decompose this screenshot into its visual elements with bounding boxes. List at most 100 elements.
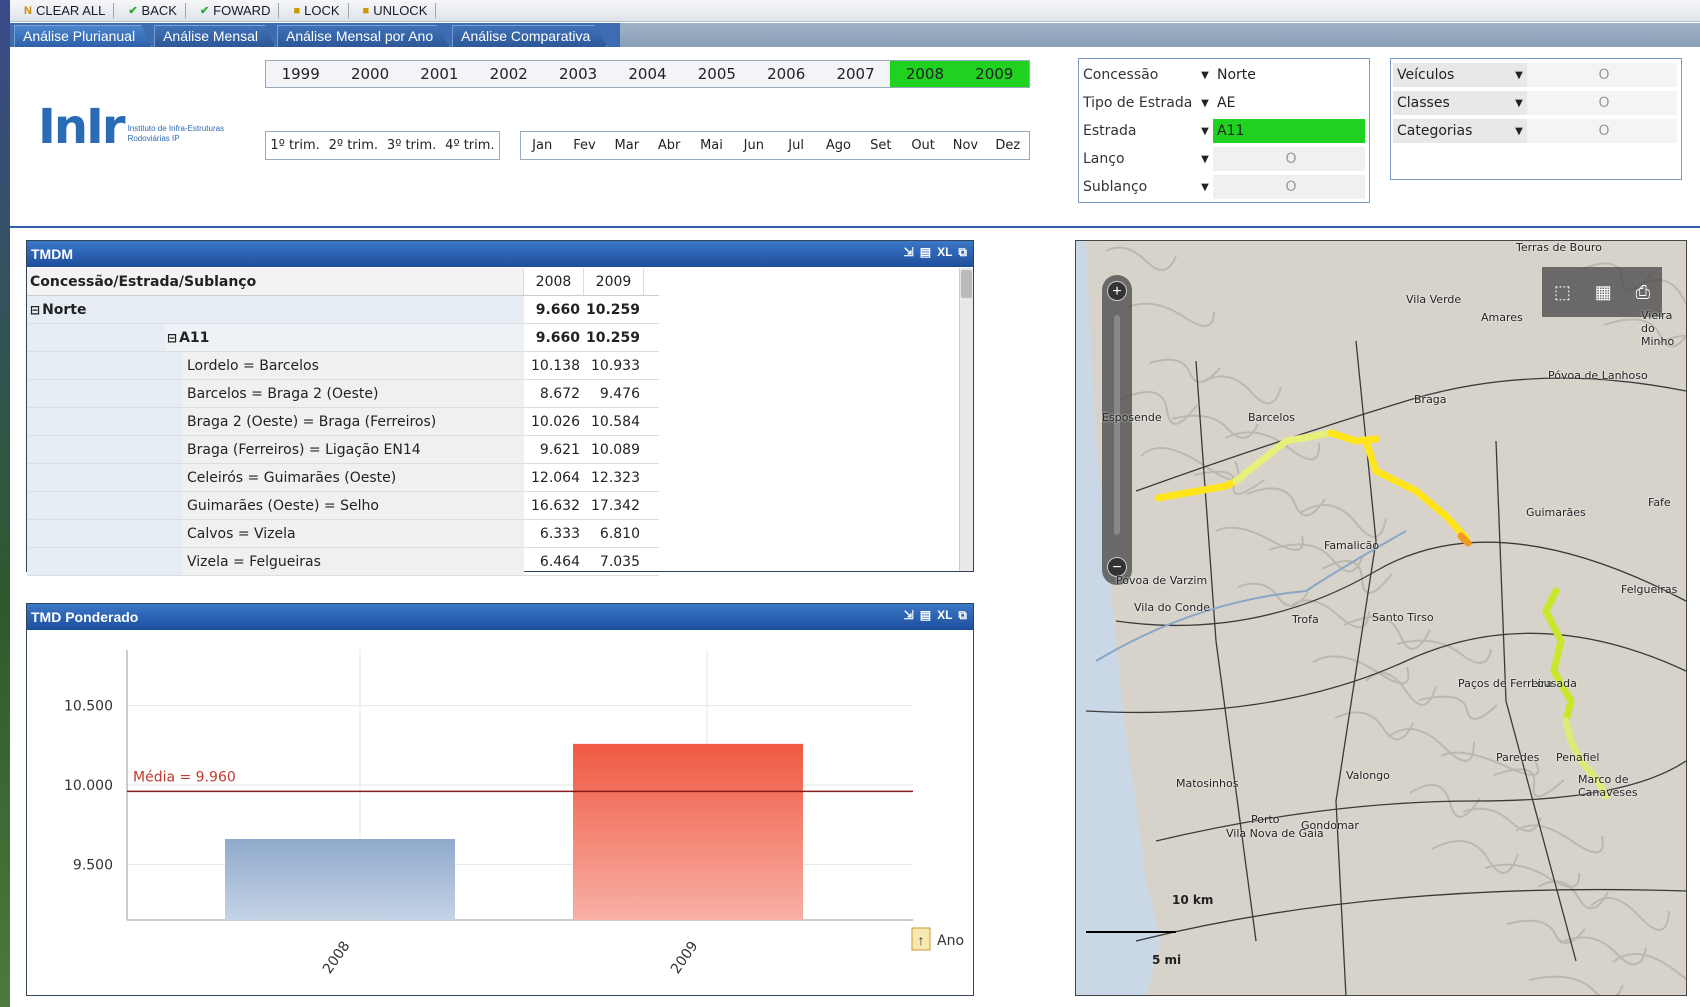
select-icon[interactable]: ⬚ [1554,282,1571,303]
filter-value[interactable]: O [1213,175,1365,199]
filter-value[interactable]: AE [1213,91,1365,115]
panel-tools: ⇲ ▤ XL ⧉ [904,245,967,260]
year-2006[interactable]: 2006 [752,61,821,87]
table-scrollbar[interactable] [959,268,973,571]
table-row[interactable]: Guimarães (Oeste) = Selho 16.632 17.342 [27,492,659,520]
map-place-label: Terras de Bouro [1516,241,1602,254]
year-2000[interactable]: 2000 [335,61,404,87]
dropdown-arrow-icon[interactable]: ▼ [1197,70,1213,81]
month-option[interactable]: Out [902,138,944,153]
tab-analise-plurianual[interactable]: Análise Plurianual [14,25,153,47]
month-option[interactable]: Ago [817,138,859,153]
zoom-control[interactable]: + − [1102,275,1132,585]
excel-icon[interactable]: XL [937,245,952,260]
filter-value[interactable]: Norte [1213,63,1365,87]
export-icon[interactable]: ⇲ [904,608,914,623]
restore-icon[interactable]: ⧉ [958,608,967,623]
trimester-option[interactable]: 3º trim. [383,138,441,153]
month-option[interactable]: Jun [733,138,775,153]
filter-value[interactable]: O [1527,119,1677,143]
table-row[interactable]: ⊟ Norte 9.660 10.259 [27,296,659,324]
map-place-label: Vieira do Minho [1641,309,1675,348]
dropdown-arrow-icon[interactable]: ▼ [1197,154,1213,165]
filter-row: Sublanço ▼ O [1079,173,1369,201]
trimester-option[interactable]: 4º trim. [441,138,499,153]
month-option[interactable]: Set [860,138,902,153]
month-option[interactable]: Mar [606,138,648,153]
tab-analise-comparativa[interactable]: Análise Comparativa [452,25,608,47]
cell-2009: 9.476 [599,385,640,402]
unlock-button[interactable]: ■ UNLOCK [355,3,437,18]
year-selector: 1999 2000 2001 2002 2003 2004 2005 2006 2007 2008… [265,60,1030,88]
table-header-year[interactable]: 2009 [584,268,644,295]
print-icon[interactable]: ⎙ [1636,282,1650,303]
dropdown-arrow-icon[interactable]: ▼ [1511,91,1527,115]
clear-all-button[interactable]: N CLEAR ALL [16,3,115,18]
filter-value[interactable]: A11 [1213,119,1365,143]
table-row[interactable]: ⊟ A11 9.660 10.259 [27,324,659,352]
dropdown-arrow-icon[interactable]: ▼ [1511,63,1527,87]
year-2005[interactable]: 2005 [682,61,751,87]
table-row[interactable]: Lordelo = Barcelos 10.138 10.933 [27,352,659,380]
zoom-slider[interactable] [1114,315,1120,535]
month-option[interactable]: Fev [563,138,605,153]
year-2002[interactable]: 2002 [474,61,543,87]
filter-value[interactable]: O [1213,147,1365,171]
excel-icon[interactable]: XL [937,608,952,623]
tmd-bar-chart: 9.500 10.000 10.500 2008 2009 Média = 9.960 ↑ A… [64,650,964,977]
month-option[interactable]: Mai [690,138,732,153]
map-panel[interactable]: + − ⬚ ▦ ⎙ Terras de Bouro Vila Verde Amare… [1075,240,1687,996]
month-option[interactable]: Jul [775,138,817,153]
back-button[interactable]: ✔ BACK [120,3,186,18]
table-row[interactable]: Braga 2 (Oeste) = Braga (Ferreiros) 10.0… [27,408,659,436]
scrollbar-thumb[interactable] [961,270,972,298]
table-header-year[interactable]: 2008 [524,268,584,295]
expand-toggle-icon[interactable]: ⊟ [167,331,177,345]
cell-2009: 10.259 [585,301,640,318]
expand-toggle-icon[interactable]: ⊟ [30,303,40,317]
forward-button[interactable]: ✔ FOWARD [192,3,280,18]
year-2001[interactable]: 2001 [405,61,474,87]
table-row[interactable]: Calvos = Vizela 6.333 6.810 [27,520,659,548]
filter-value[interactable]: O [1527,91,1677,115]
filter-value[interactable]: O [1527,63,1677,87]
year-2008[interactable]: 2008 [890,61,960,87]
month-option[interactable]: Jan [521,138,563,153]
tab-analise-mensal-por-ano[interactable]: Análise Mensal por Ano [277,25,451,47]
layers-icon[interactable]: ▦ [1595,282,1612,303]
map-place-label: Valongo [1346,769,1390,782]
trimester-option[interactable]: 2º trim. [324,138,382,153]
table-row[interactable]: Barcelos = Braga 2 (Oeste) 8.672 9.476 [27,380,659,408]
dropdown-arrow-icon[interactable]: ▼ [1197,126,1213,137]
tab-analise-mensal[interactable]: Análise Mensal [154,25,276,47]
trimester-option[interactable]: 1º trim. [266,138,324,153]
print-icon[interactable]: ▤ [920,245,931,260]
cell-2009: 10.933 [591,357,640,374]
zoom-in-button[interactable]: + [1107,281,1127,301]
restore-icon[interactable]: ⧉ [958,245,967,260]
scale-mi: 5 mi [1152,953,1182,967]
map-place-label: Guimarães [1526,506,1586,519]
cell-2008: 16.632 [531,497,580,514]
year-1999[interactable]: 1999 [266,61,335,87]
month-option[interactable]: Dez [987,138,1029,153]
table-row[interactable]: Celeirós = Guimarães (Oeste) 12.064 12.3… [27,464,659,492]
year-2004[interactable]: 2004 [613,61,682,87]
month-option[interactable]: Nov [944,138,986,153]
map-place-label: Lousada [1531,677,1577,690]
dropdown-arrow-icon[interactable]: ▼ [1511,119,1527,143]
year-2003[interactable]: 2003 [543,61,612,87]
export-icon[interactable]: ⇲ [904,245,914,260]
print-icon[interactable]: ▤ [920,608,931,623]
table-row[interactable]: Vizela = Felgueiras 6.464 7.035 [27,548,659,576]
clear-all-label: CLEAR ALL [35,3,106,18]
cell-2008: 6.464 [539,553,580,570]
row-label-text: Braga (Ferreiros) = Ligação EN14 [187,441,421,458]
dropdown-arrow-icon[interactable]: ▼ [1197,182,1213,193]
year-2009[interactable]: 2009 [959,61,1029,87]
month-option[interactable]: Abr [648,138,690,153]
lock-button[interactable]: ■ LOCK [285,3,349,18]
table-row[interactable]: Braga (Ferreiros) = Ligação EN14 9.621 1… [27,436,659,464]
dropdown-arrow-icon[interactable]: ▼ [1197,98,1213,109]
year-2007[interactable]: 2007 [821,61,890,87]
